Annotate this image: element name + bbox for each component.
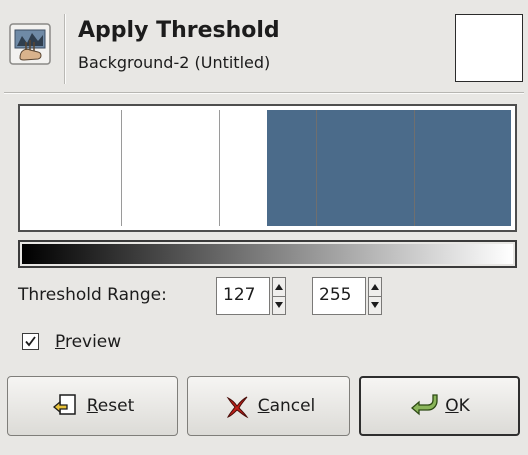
reset-icon <box>51 391 81 421</box>
arrow-down-icon <box>275 302 283 308</box>
threshold-selection-region[interactable] <box>266 110 511 226</box>
dialog-title: Apply Threshold <box>78 18 280 43</box>
cancel-button[interactable]: Cancel <box>187 376 350 436</box>
ok-button[interactable]: OK <box>359 376 520 436</box>
threshold-high-stepper[interactable] <box>368 277 382 315</box>
header-separator <box>64 14 66 84</box>
ok-label: OK <box>445 396 470 416</box>
preview-label-rest: review <box>64 332 122 352</box>
arrow-up-icon <box>371 284 379 290</box>
preview-label[interactable]: Preview <box>55 332 121 352</box>
header-divider <box>4 92 524 94</box>
preview-mnemonic: P <box>55 332 65 352</box>
dialog-header: Apply Threshold Background-2 (Untitled) <box>0 0 528 92</box>
value-gradient-bar <box>18 240 517 268</box>
gradient-fill <box>22 244 513 264</box>
decrement-button[interactable] <box>273 296 285 314</box>
increment-button[interactable] <box>369 278 381 297</box>
layer-preview-thumbnail <box>455 14 523 82</box>
histogram-area[interactable] <box>24 110 511 226</box>
threshold-tool-icon <box>8 22 52 66</box>
histogram-gridline <box>219 110 220 226</box>
preview-checkbox[interactable] <box>22 333 39 350</box>
histogram-gridline <box>414 110 415 226</box>
arrow-up-icon <box>275 284 283 290</box>
histogram-gridline <box>316 110 317 226</box>
checkmark-icon <box>25 336 36 347</box>
histogram-gridline <box>121 110 122 226</box>
decrement-button[interactable] <box>369 296 381 314</box>
histogram-view[interactable] <box>18 104 517 232</box>
cancel-label: Cancel <box>257 396 316 416</box>
dialog-subtitle: Background-2 (Untitled) <box>78 53 271 72</box>
threshold-low-spinner[interactable]: 127 <box>216 277 288 315</box>
reset-label: Reset <box>86 396 135 416</box>
increment-button[interactable] <box>273 278 285 297</box>
ok-icon <box>409 391 439 421</box>
threshold-dialog: Apply Threshold Background-2 (Untitled) … <box>0 0 528 455</box>
reset-button[interactable]: Reset <box>7 376 178 436</box>
threshold-range-label: Threshold Range: <box>18 285 167 305</box>
threshold-high-spinner[interactable]: 255 <box>312 277 384 315</box>
threshold-low-input[interactable]: 127 <box>216 277 270 315</box>
arrow-down-icon <box>371 302 379 308</box>
threshold-high-input[interactable]: 255 <box>312 277 366 315</box>
cancel-icon <box>222 391 252 421</box>
threshold-low-stepper[interactable] <box>272 277 286 315</box>
